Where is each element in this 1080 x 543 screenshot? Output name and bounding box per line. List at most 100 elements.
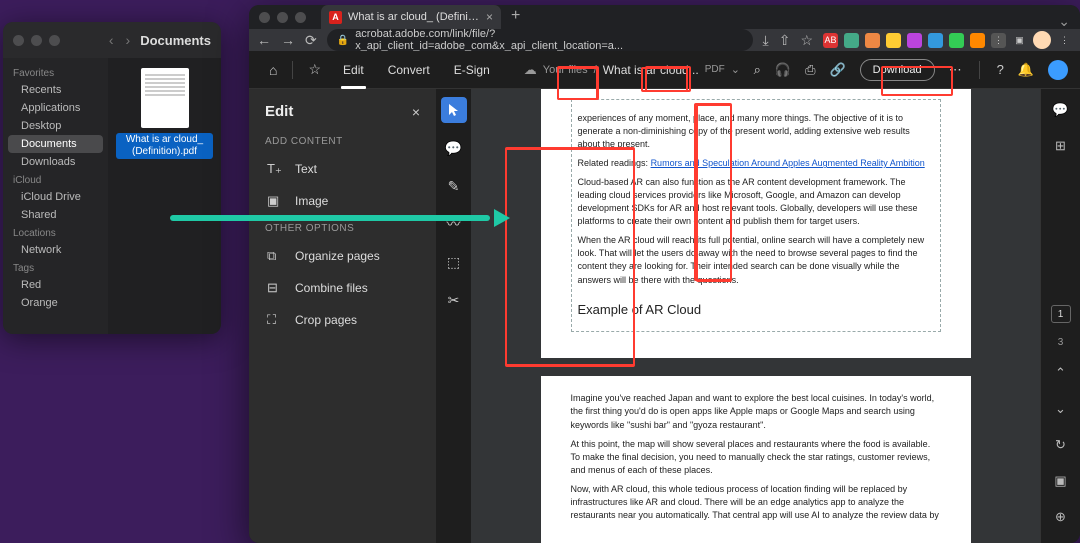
url-field[interactable]: 🔒 acrobat.adobe.com/link/file/?x_api_cli…: [327, 29, 753, 51]
breadcrumb-root[interactable]: Your files: [543, 64, 588, 76]
bookmark-icon[interactable]: ☆: [800, 32, 813, 49]
file-type: PDF: [705, 64, 725, 75]
ext-icon[interactable]: [928, 33, 943, 48]
user-avatar[interactable]: [1048, 60, 1068, 80]
ext-icon[interactable]: [949, 33, 964, 48]
tab-edit[interactable]: Edit: [333, 57, 374, 83]
ext-icon[interactable]: ⋮: [991, 33, 1006, 48]
body-text: When the AR cloud will reach its full po…: [578, 234, 934, 286]
sidebar-section: Tags: [3, 259, 108, 276]
combine-icon: ⊟: [267, 280, 283, 296]
organize-icon: ⧉: [267, 248, 283, 264]
pdf-page: experiences of any moment, place, and ma…: [541, 89, 971, 358]
file-label[interactable]: What is ar cloud_ (Definition).pdf: [116, 133, 213, 159]
cloud-icon: ☁: [524, 62, 537, 78]
page-up-icon[interactable]: ⌃: [1050, 362, 1072, 384]
bell-icon[interactable]: 🔔: [1018, 62, 1034, 78]
profile-avatar[interactable]: [1033, 31, 1051, 49]
menu-icon[interactable]: ⋮: [1057, 33, 1072, 48]
highlight-tool[interactable]: ✎: [441, 173, 467, 199]
finder-fwd-icon[interactable]: ›: [126, 32, 131, 48]
link[interactable]: Rumors and Speculation Around Apples Aug…: [651, 158, 925, 168]
finder-toolbar: ‹ › Documents: [3, 22, 221, 58]
combine-files-button[interactable]: ⊟Combine files: [249, 272, 436, 304]
browser-window: ⌄ A What is ar cloud_ (Definition) × + ←…: [249, 5, 1080, 543]
comment-tool[interactable]: 💬: [441, 135, 467, 161]
file-icon[interactable]: [141, 68, 189, 128]
fit-icon[interactable]: ▣: [1050, 470, 1072, 492]
reload-icon[interactable]: ⟳: [305, 32, 317, 49]
ext-icon[interactable]: [844, 33, 859, 48]
install-icon[interactable]: ⤓: [763, 32, 769, 49]
ext-icon[interactable]: [886, 33, 901, 48]
traffic-min[interactable]: [31, 35, 42, 46]
rotate-icon[interactable]: ↻: [1050, 434, 1072, 456]
page-total: 3: [1058, 337, 1064, 348]
close-icon[interactable]: ×: [412, 104, 420, 120]
organize-pages-button[interactable]: ⧉Organize pages: [249, 240, 436, 272]
sidebar-item-shared[interactable]: Shared: [3, 206, 108, 224]
tab-close-icon[interactable]: ×: [486, 10, 493, 24]
forward-icon[interactable]: →: [281, 32, 295, 48]
traffic-close[interactable]: [13, 35, 24, 46]
zoom-in-icon[interactable]: ⊕: [1050, 506, 1072, 528]
chevron-down-icon[interactable]: ⌄: [731, 63, 740, 76]
sidebar-item-recents[interactable]: Recents: [3, 81, 108, 99]
right-rail: 💬 ⊞ 1 3 ⌃ ⌄ ↻ ▣ ⊕ ⊖: [1040, 89, 1080, 543]
acrobat-app: ⌂ ☆ Edit Convert E-Sign ☁ Your files / W…: [249, 51, 1080, 543]
ext-icon[interactable]: ▣: [1012, 33, 1027, 48]
new-tab-button[interactable]: +: [511, 7, 520, 25]
page-down-icon[interactable]: ⌄: [1050, 398, 1072, 420]
back-icon[interactable]: ←: [257, 32, 271, 48]
download-button[interactable]: Download: [860, 59, 935, 81]
print-icon[interactable]: ⎙: [805, 62, 815, 78]
breadcrumb-doc[interactable]: What is ar cloud...: [603, 63, 699, 77]
cursor-tool[interactable]: [441, 97, 467, 123]
search-icon[interactable]: ⌕: [754, 62, 761, 78]
textbox-tool[interactable]: ⬚: [441, 249, 467, 275]
sidebar-item-red[interactable]: Red: [3, 276, 108, 294]
traffic-close[interactable]: [259, 12, 270, 23]
body-text: Now, with AR cloud, this whole tedious p…: [571, 483, 941, 522]
text-icon: T₊: [267, 161, 283, 177]
ext-icon[interactable]: [907, 33, 922, 48]
body-text: Imagine you've reached Japan and want to…: [571, 392, 941, 431]
traffic-max[interactable]: [295, 12, 306, 23]
sidebar-item-orange[interactable]: Orange: [3, 294, 108, 312]
finder-title: Documents: [140, 33, 211, 48]
page-current[interactable]: 1: [1051, 305, 1071, 323]
tab-bar: A What is ar cloud_ (Definition) × +: [249, 5, 1080, 29]
address-bar: ← → ⟳ 🔒 acrobat.adobe.com/link/file/?x_a…: [249, 29, 1080, 51]
link-icon[interactable]: 🔗: [829, 62, 845, 78]
help-icon[interactable]: ?: [997, 62, 1004, 77]
browser-tab[interactable]: A What is ar cloud_ (Definition) ×: [321, 5, 501, 29]
document-viewport[interactable]: experiences of any moment, place, and ma…: [471, 89, 1040, 543]
body-text: Related readings: Rumors and Speculation…: [578, 157, 934, 170]
chat-icon[interactable]: 💬: [1050, 99, 1072, 121]
home-icon[interactable]: ⌂: [261, 62, 285, 78]
add-text-button[interactable]: T₊Text: [249, 153, 436, 185]
ext-icon[interactable]: [865, 33, 880, 48]
ext-icon[interactable]: [970, 33, 985, 48]
sidebar-item-documents[interactable]: Documents: [8, 135, 103, 153]
sidebar-item-applications[interactable]: Applications: [3, 99, 108, 117]
sidebar-item-network[interactable]: Network: [3, 241, 108, 259]
traffic-max[interactable]: [49, 35, 60, 46]
sidebar-item-downloads[interactable]: Downloads: [3, 153, 108, 171]
sidebar-item-desktop[interactable]: Desktop: [3, 117, 108, 135]
ext-icon[interactable]: AB: [823, 33, 838, 48]
erase-tool[interactable]: ✂: [441, 287, 467, 313]
star-icon[interactable]: ☆: [300, 61, 329, 78]
grid-icon[interactable]: ⊞: [1050, 135, 1072, 157]
collapse-icon[interactable]: ⌄: [1058, 13, 1070, 30]
share-icon[interactable]: ⇧: [779, 32, 791, 49]
headphones-icon[interactable]: 🎧: [775, 62, 791, 78]
tab-convert[interactable]: Convert: [378, 57, 440, 83]
tab-esign[interactable]: E-Sign: [444, 57, 500, 83]
crop-pages-button[interactable]: ⛶Crop pages: [249, 304, 436, 336]
more-icon[interactable]: ⋯: [949, 62, 962, 78]
finder-back-icon[interactable]: ‹: [109, 32, 114, 48]
sidebar-item-iclouddrive[interactable]: iCloud Drive: [3, 188, 108, 206]
traffic-min[interactable]: [277, 12, 288, 23]
acrobat-toolbar: ⌂ ☆ Edit Convert E-Sign ☁ Your files / W…: [249, 51, 1080, 89]
